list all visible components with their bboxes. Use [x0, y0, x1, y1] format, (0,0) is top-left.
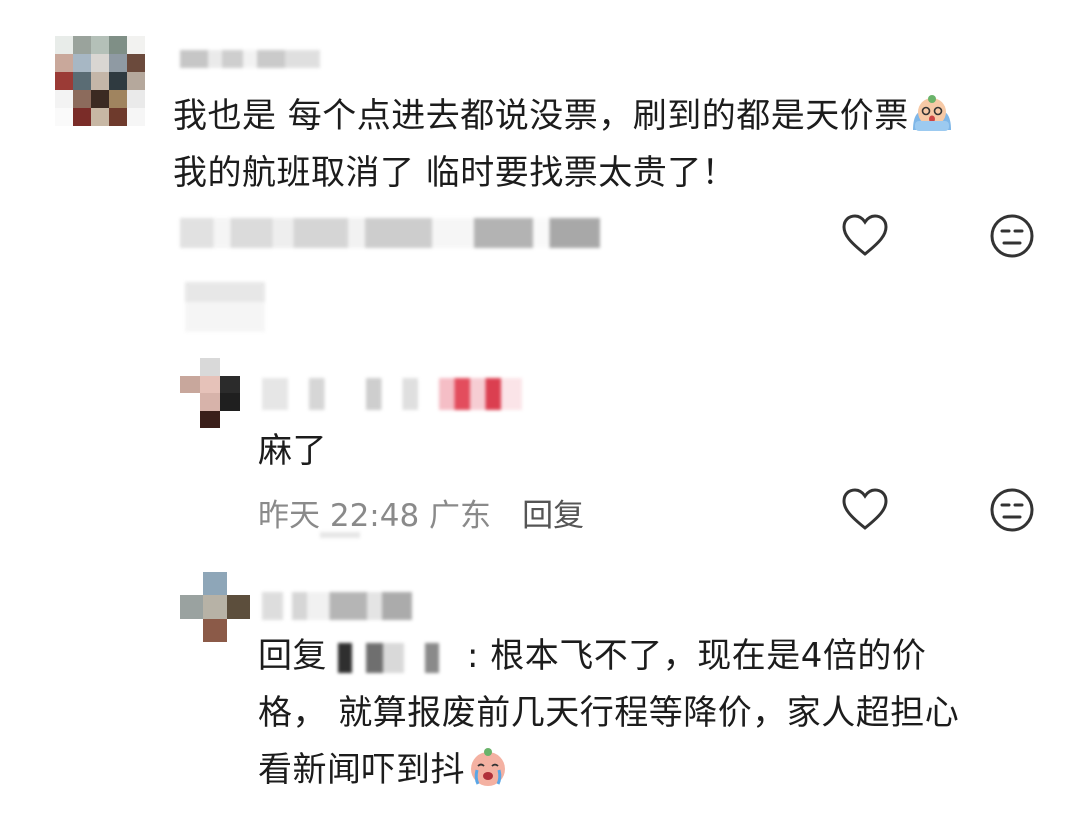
meh-face-icon[interactable]: [988, 212, 1036, 260]
comment-text-line1: 我也是 每个点进去都说没票，刷到的都是天价票: [173, 96, 909, 136]
username-obscured[interactable]: [262, 592, 412, 620]
comment-text: 麻了: [258, 431, 327, 471]
heart-outline-icon[interactable]: [840, 212, 890, 260]
comment-text-line1: : 根本飞不了，现在是4倍的价: [467, 636, 927, 676]
crying-face-emoji-icon: [909, 90, 955, 136]
comment-text-line2: 格， 就算报废前几天行程等降价，家人超担心: [258, 693, 960, 733]
reply-button[interactable]: 回复: [522, 498, 584, 534]
comment-text-line3: 看新闻吓到抖: [258, 750, 465, 790]
crying-face-emoji-icon: [465, 744, 511, 790]
username-obscured[interactable]: [180, 50, 320, 68]
avatar[interactable]: [55, 36, 145, 126]
heart-outline-icon[interactable]: [840, 486, 890, 534]
reply-prefix: 回复: [258, 636, 327, 676]
comment-meta: 昨天 22:48 广东 回复: [258, 490, 584, 535]
meh-face-icon[interactable]: [988, 486, 1036, 534]
avatar[interactable]: [180, 572, 250, 642]
replied-username-obscured[interactable]: [327, 643, 467, 673]
username-obscured[interactable]: [262, 378, 522, 410]
avatar[interactable]: [180, 358, 240, 428]
meta-underline-obscured: [320, 532, 360, 538]
comment-text: 回复: 根本飞不了，现在是4倍的价 格， 就算报废前几天行程等降价，家人超担心 …: [258, 628, 1038, 799]
comment-text: 我也是 每个点进去都说没票，刷到的都是天价票 我的航班取消了 临时要找票太贵了！: [173, 88, 1033, 202]
meta-obscured: [180, 218, 600, 248]
reply-count-obscured[interactable]: [185, 282, 265, 332]
comment-text-line2: 我的航班取消了 临时要找票太贵了！: [173, 153, 737, 193]
comment-time-location: 昨天 22:48 广东: [258, 498, 492, 534]
